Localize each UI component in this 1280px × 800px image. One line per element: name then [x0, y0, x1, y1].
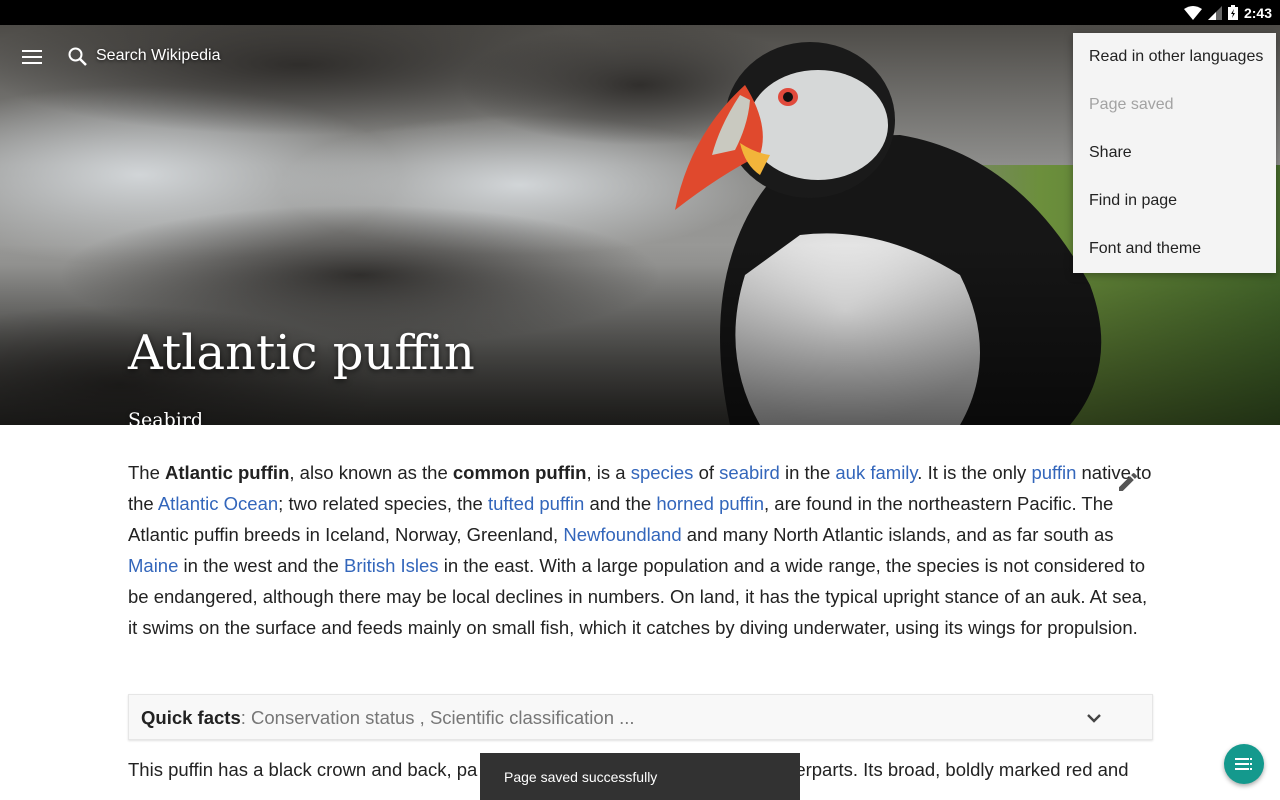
- quick-facts-panel[interactable]: Quick facts: Conservation status , Scien…: [128, 694, 1153, 740]
- paragraph-text-right: erparts. Its broad, boldly marked red an…: [795, 759, 1129, 780]
- overflow-menu: Read in other languages Page saved Share…: [1073, 33, 1276, 273]
- article-link[interactable]: British Isles: [344, 555, 439, 576]
- paragraph-text-left: This puffin has a black crown and back, …: [128, 759, 478, 780]
- paragraph-text: in the west and the: [178, 555, 344, 576]
- paragraph-text: and many North Atlantic islands, and as …: [681, 524, 1114, 545]
- article-link[interactable]: puffin: [1031, 462, 1076, 483]
- snackbar: Page saved successfully: [480, 753, 800, 800]
- paragraph-text: , is a: [586, 462, 631, 483]
- article-link[interactable]: Newfoundland: [563, 524, 681, 545]
- article-description: Seabird: [128, 409, 204, 425]
- article-link[interactable]: species: [631, 462, 694, 483]
- quick-facts-summary: : Conservation status , Scientific class…: [240, 707, 635, 728]
- bold-term: common puffin: [452, 462, 587, 483]
- paragraph-text: in the: [779, 462, 836, 483]
- article-link[interactable]: Maine: [128, 555, 178, 576]
- article-link[interactable]: Atlantic Ocean: [158, 493, 278, 514]
- status-bar: 2:43: [0, 0, 1280, 25]
- chevron-down-icon[interactable]: [1082, 706, 1106, 730]
- article-link[interactable]: auk family: [835, 462, 917, 483]
- quick-facts-label: Quick facts: [141, 707, 241, 728]
- menu-item-read-in-other-languages[interactable]: Read in other languages: [1073, 33, 1276, 81]
- article-lead-paragraph: The Atlantic puffin, also known as the c…: [128, 457, 1158, 643]
- menu-item-find-in-page[interactable]: Find in page: [1073, 177, 1276, 225]
- snackbar-message: Page saved successfully: [504, 769, 658, 785]
- hamburger-menu-icon[interactable]: [18, 45, 46, 69]
- battery-icon: [1227, 5, 1238, 20]
- status-icons: 2:43: [1183, 0, 1272, 25]
- article-link[interactable]: seabird: [719, 462, 780, 483]
- menu-item-share[interactable]: Share: [1073, 129, 1276, 177]
- article-link[interactable]: tufted puffin: [488, 493, 584, 514]
- quick-facts-text: Quick facts: Conservation status , Scien…: [141, 707, 635, 729]
- menu-item-font-and-theme[interactable]: Font and theme: [1073, 225, 1276, 273]
- bold-term: Atlantic puffin: [165, 462, 290, 483]
- paragraph-text: , also known as the: [289, 462, 453, 483]
- status-time: 2:43: [1243, 4, 1272, 21]
- search-input[interactable]: Search Wikipedia: [96, 47, 221, 65]
- article-link[interactable]: horned puffin: [656, 493, 764, 514]
- wifi-icon: [1183, 5, 1202, 20]
- menu-item-page-saved: Page saved: [1089, 96, 1174, 113]
- paragraph-text: The: [128, 462, 166, 483]
- paragraph-text: and the: [584, 493, 657, 514]
- paragraph-text: ; two related species, the: [278, 493, 488, 514]
- paragraph-text: . It is the only: [917, 462, 1032, 483]
- edit-pencil-icon[interactable]: [1116, 470, 1140, 494]
- search-icon[interactable]: [66, 45, 90, 69]
- paragraph-text: of: [693, 462, 720, 483]
- signal-icon: [1207, 5, 1222, 20]
- table-of-contents-icon: [1235, 758, 1252, 770]
- table-of-contents-button[interactable]: [1224, 744, 1264, 784]
- article-title: Atlantic puffin: [128, 325, 475, 381]
